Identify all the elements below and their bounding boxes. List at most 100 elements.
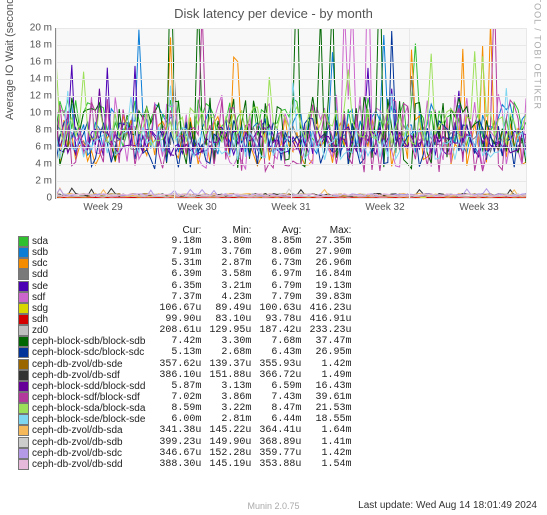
cell-max: 19.13m [305, 281, 355, 292]
legend-header-row: Cur: Min: Avg: Max: [14, 225, 355, 236]
cell-cur: 6.00m [155, 414, 205, 425]
legend-row: sdg 106.67u89.49u100.63u416.23u [14, 303, 355, 314]
cell-max: 1.41m [305, 437, 355, 448]
cell-min: 129.95u [205, 325, 255, 336]
cell-cur: 6.39m [155, 269, 205, 280]
legend-swatch [18, 392, 29, 403]
col-avg: Avg: [255, 225, 305, 236]
cell-min: 3.13m [205, 381, 255, 392]
vgridline [56, 28, 57, 198]
legend-row: ceph-block-sdf/block-sdf 7.02m3.86m7.43m… [14, 392, 355, 403]
legend-swatch [18, 381, 29, 392]
cell-cur: 7.02m [155, 392, 205, 403]
munin-version: Munin 2.0.75 [247, 501, 299, 511]
vgridline [409, 28, 410, 198]
cell-min: 4.23m [205, 292, 255, 303]
cell-cur: 388.30u [155, 459, 205, 470]
cell-cur: 386.10u [155, 370, 205, 381]
legend-swatch [18, 448, 29, 459]
cell-min: 3.80m [205, 236, 255, 247]
cell-cur: 5.31m [155, 258, 205, 269]
cell-min: 3.76m [205, 247, 255, 258]
cell-cur: 7.37m [155, 292, 205, 303]
rrdtool-watermark: RRDTOOL / TOBI OETIKER [533, 0, 543, 110]
cell-max: 416.23u [305, 303, 355, 314]
legend-swatch [18, 303, 29, 314]
cell-avg: 8.47m [255, 403, 305, 414]
cell-cur: 99.90u [155, 314, 205, 325]
y-tick-label: 6 m [12, 142, 56, 153]
legend-row: ceph-db-zvol/db-sde 357.62u139.37u355.93… [14, 359, 355, 370]
legend-row: sdh 99.90u83.10u93.78u416.91u [14, 314, 355, 325]
cell-avg: 6.73m [255, 258, 305, 269]
cell-min: 2.87m [205, 258, 255, 269]
legend-row: ceph-block-sdb/block-sdb 7.42m3.30m7.68m… [14, 336, 355, 347]
legend-swatch [18, 414, 29, 425]
legend-swatch [18, 236, 29, 247]
cell-min: 151.88u [205, 370, 255, 381]
legend-table: Cur: Min: Avg: Max: sda 9.18m3.80m8.85m2… [14, 225, 355, 470]
cell-max: 16.84m [305, 269, 355, 280]
y-tick-label: 10 m [12, 108, 56, 119]
x-tick-label: Week 30 [177, 198, 216, 213]
legend-row: sdd 6.39m3.58m6.97m16.84m [14, 269, 355, 280]
legend-swatch [18, 403, 29, 414]
cell-cur: 346.67u [155, 448, 205, 459]
cell-min: 3.86m [205, 392, 255, 403]
legend-swatch [18, 325, 29, 336]
y-tick-label: 18 m [12, 40, 56, 51]
legend-swatch [18, 247, 29, 258]
legend-row: ceph-db-zvol/db-sdb 399.23u149.90u368.89… [14, 437, 355, 448]
legend-swatch [18, 269, 29, 280]
col-cur: Cur: [155, 225, 205, 236]
cell-avg: 7.68m [255, 336, 305, 347]
cell-cur: 208.61u [155, 325, 205, 336]
cell-avg: 8.85m [255, 236, 305, 247]
cell-max: 27.35m [305, 236, 355, 247]
cell-max: 39.61m [305, 392, 355, 403]
page-title: Disk latency per device - by month [0, 0, 547, 23]
cell-cur: 9.18m [155, 236, 205, 247]
cell-min: 3.58m [205, 269, 255, 280]
cell-max: 18.55m [305, 414, 355, 425]
cell-max: 1.49m [305, 370, 355, 381]
legend-swatch [18, 359, 29, 370]
chart-plot-area: 02 m4 m6 m8 m10 m12 m14 m16 m18 m20 mWee… [55, 28, 526, 199]
cell-avg: 7.79m [255, 292, 305, 303]
legend-row: ceph-db-zvol/db-sdf 386.10u151.88u366.72… [14, 370, 355, 381]
legend-swatch [18, 425, 29, 436]
cell-max: 26.95m [305, 347, 355, 358]
y-tick-label: 4 m [12, 159, 56, 170]
cell-min: 3.21m [205, 281, 255, 292]
x-tick-label: Week 31 [271, 198, 310, 213]
cell-cur: 5.87m [155, 381, 205, 392]
vgridline [526, 28, 527, 198]
legend-row: ceph-block-sdd/block-sdd 5.87m3.13m6.59m… [14, 381, 355, 392]
cell-cur: 8.59m [155, 403, 205, 414]
cell-avg: 6.44m [255, 414, 305, 425]
legend-swatch [18, 336, 29, 347]
x-tick-label: Week 33 [459, 198, 498, 213]
cell-avg: 353.88u [255, 459, 305, 470]
y-tick-label: 16 m [12, 57, 56, 68]
cell-min: 145.19u [205, 459, 255, 470]
legend-row: sda 9.18m3.80m8.85m27.35m [14, 236, 355, 247]
cell-min: 145.22u [205, 425, 255, 436]
cell-avg: 7.43m [255, 392, 305, 403]
cell-min: 149.90u [205, 437, 255, 448]
cell-cur: 341.38u [155, 425, 205, 436]
cell-avg: 355.93u [255, 359, 305, 370]
cell-avg: 364.41u [255, 425, 305, 436]
cell-min: 3.30m [205, 336, 255, 347]
legend-swatch [18, 437, 29, 448]
cell-max: 27.90m [305, 247, 355, 258]
cell-cur: 5.13m [155, 347, 205, 358]
legend-row: ceph-block-sde/block-sde 6.00m2.81m6.44m… [14, 414, 355, 425]
legend-row: ceph-block-sda/block-sda 8.59m3.22m8.47m… [14, 403, 355, 414]
legend-row: sde 6.35m3.21m6.79m19.13m [14, 281, 355, 292]
cell-avg: 6.79m [255, 281, 305, 292]
cell-min: 152.28u [205, 448, 255, 459]
cell-cur: 7.42m [155, 336, 205, 347]
cell-avg: 8.06m [255, 247, 305, 258]
legend-swatch [18, 347, 29, 358]
